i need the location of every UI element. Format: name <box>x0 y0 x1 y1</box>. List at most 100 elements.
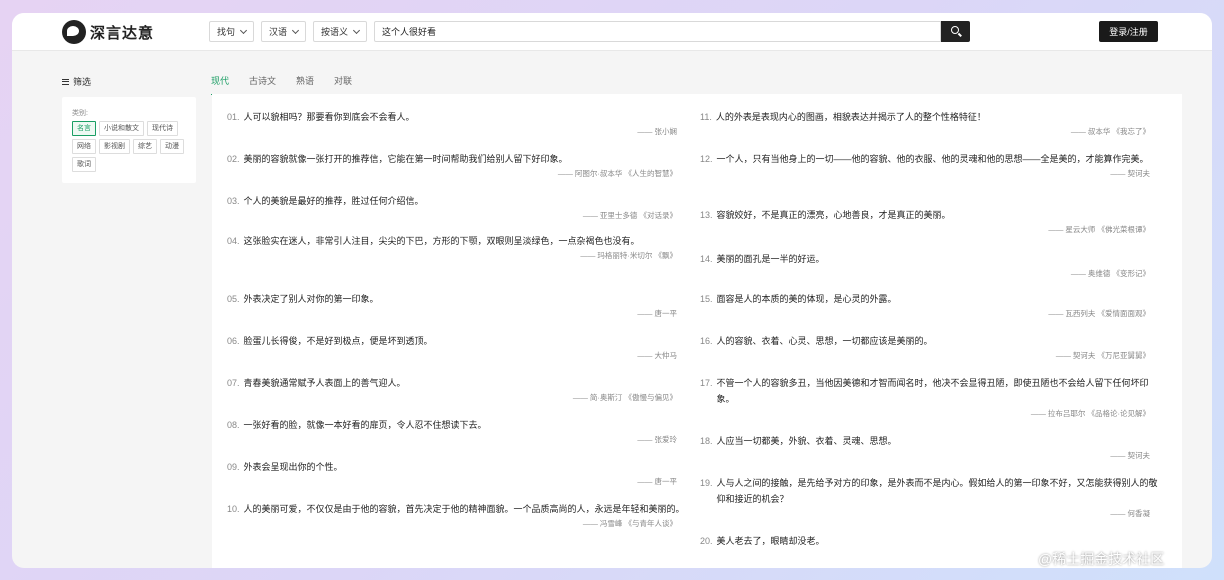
quote-item[interactable]: 12. 一个人，只有当他身上的一切——他的容貌、他的衣服、他的灵魂和他的思想——全… <box>700 151 1160 181</box>
filter-title: 筛选 <box>62 75 91 88</box>
quote-text: 一张好看的脸，就像一本好看的扉页，令人忍不住想读下去。 <box>243 420 487 430</box>
tag-lyrics[interactable]: 歌词 <box>72 157 96 172</box>
results-panel: 01. 人可以貌相吗？那要看你到底会不会看人。 —— 张小娴 02. 美丽的容貌就像一张… <box>212 94 1182 568</box>
quote-source[interactable]: —— 玛格丽特·米切尔 《飘》 <box>227 249 687 263</box>
logo[interactable]: 深言达意 <box>62 20 154 44</box>
quote-item[interactable]: 14. 美丽的面孔是一半的好运。 —— 奥维德 《变形记》 <box>700 251 1160 281</box>
quote-text: 容貌姣好，不是真正的漂亮，心地善良，才是真正的美丽。 <box>716 210 951 220</box>
quote-text: 外表会呈现出你的个性。 <box>243 462 343 472</box>
quote-source[interactable]: —— 唐一平 <box>227 475 687 489</box>
quote-source[interactable]: —— 叔本华 《我忘了》 <box>700 125 1160 139</box>
chevron-down-icon <box>239 26 248 34</box>
quote-text: 外表决定了别人对你的第一印象。 <box>243 294 379 304</box>
quote-source[interactable]: —— 亚里士多德 《对话录》 <box>227 209 687 223</box>
tab-modern[interactable]: 现代 <box>211 74 230 95</box>
quote-text-row: 16. 人的容貌、衣着、心灵、思想，一切都应该是美丽的。 <box>700 333 1160 349</box>
quote-text-row: 07. 青春美貌通常赋予人表面上的善气迎人。 <box>227 375 687 391</box>
tab-couplets[interactable]: 对联 <box>334 74 352 95</box>
quote-text-row: 05. 外表决定了别人对你的第一印象。 <box>227 291 687 307</box>
quote-text: 人的外表是表现内心的图画，相貌表达并揭示了人的整个性格特征！ <box>715 112 986 122</box>
quote-item[interactable]: 02. 美丽的容貌就像一张打开的推荐信，它能在第一时间帮助我们给别人留下好印象。 —… <box>227 151 687 181</box>
login-button[interactable]: 登录/注册 <box>1099 21 1158 42</box>
quote-item[interactable]: 16. 人的容貌、衣着、心灵、思想，一切都应该是美丽的。 —— 契诃夫 《万尼亚舅舅… <box>700 333 1160 363</box>
quote-text-row: 10. 人的美丽可爱，不仅仅是由于他的容貌，首先决定于他的精神面貌。一个品质高尚的… <box>227 501 687 517</box>
quote-text-row: 13. 容貌姣好，不是真正的漂亮，心地善良，才是真正的美丽。 <box>700 207 1160 223</box>
quote-source[interactable]: —— 大仲马 <box>227 349 687 363</box>
tab-bar: 现代 古诗文 熟语 对联 <box>211 74 372 95</box>
quote-source[interactable]: —— 瓦西列夫 《爱情面面观》 <box>700 307 1160 321</box>
tab-idioms[interactable]: 熟语 <box>296 74 314 95</box>
top-header: 深言达意 找句 汉语 按语义 登录/注册 <box>12 13 1212 51</box>
category-label: 类别: <box>72 110 88 117</box>
quote-item[interactable]: 08. 一张好看的脸，就像一本好看的扉页，令人忍不住想读下去。 —— 张爱玲 <box>227 417 687 447</box>
quote-item[interactable]: 17. 不管一个人的容貌多丑，当他因美德和才智而闻名时，他决不会显得丑陋，即使丑陋… <box>700 375 1160 421</box>
quote-source[interactable]: —— 拉布吕耶尔 《品格论·论见解》 <box>700 407 1160 421</box>
quote-number: 15. <box>700 294 713 304</box>
language-dropdown[interactable]: 汉语 <box>261 21 307 42</box>
tag-quotes[interactable]: 名言 <box>72 121 96 136</box>
quote-text-row: 11. 人的外表是表现内心的图画，相貌表达并揭示了人的整个性格特征！ <box>700 109 1160 125</box>
quote-number: 07. <box>227 378 240 388</box>
quote-number: 13. <box>700 210 713 220</box>
quote-number: 10. <box>227 504 240 514</box>
chevron-down-icon <box>352 26 361 34</box>
search-type-dropdown[interactable]: 按语义 <box>313 21 368 42</box>
quote-item[interactable]: 20. 美人老去了，眼睛却没老。 <box>700 533 1160 549</box>
tab-classical[interactable]: 古诗文 <box>249 74 276 95</box>
quote-source[interactable]: —— 契诃夫 <box>700 167 1160 181</box>
quote-item[interactable]: 10. 人的美丽可爱，不仅仅是由于他的容貌，首先决定于他的精神面貌。一个品质高尚的… <box>227 501 687 531</box>
quote-number: 18. <box>700 436 713 446</box>
quote-number: 19. <box>700 478 713 488</box>
quote-source[interactable]: —— 何香凝 <box>700 507 1160 521</box>
tag-variety[interactable]: 综艺 <box>133 139 157 154</box>
language-dropdown-label: 汉语 <box>269 27 288 37</box>
quote-item[interactable]: 13. 容貌姣好，不是真正的漂亮，心地善良，才是真正的美丽。 —— 星云大师 《佛光… <box>700 207 1160 237</box>
quote-text: 脸蛋儿长得俊，不是好到极点，便是坏到透顶。 <box>243 336 433 346</box>
filter-panel: 类别: 名言 小说和散文 现代诗 网络 影视剧 综艺 动漫 歌词 <box>62 97 196 183</box>
quote-item[interactable]: 03. 个人的美貌是最好的推荐，胜过任何介绍信。 —— 亚里士多德 《对话录》 <box>227 193 687 223</box>
search-input[interactable] <box>374 21 941 42</box>
tag-film-tv[interactable]: 影视剧 <box>99 139 130 154</box>
quote-item[interactable]: 11. 人的外表是表现内心的图画，相貌表达并揭示了人的整个性格特征！ —— 叔本华 … <box>700 109 1160 139</box>
search-button[interactable] <box>941 21 970 42</box>
quote-source[interactable]: —— 奥维德 《变形记》 <box>700 267 1160 281</box>
quote-text-row: 04. 这张脸实在迷人，非常引人注目，尖尖的下巴，方形的下颚，双眼则呈淡绿色，一点… <box>227 233 687 249</box>
tag-internet[interactable]: 网络 <box>72 139 96 154</box>
quote-source[interactable]: —— 星云大师 《佛光菜根谭》 <box>700 223 1160 237</box>
quote-source[interactable]: —— 张小娴 <box>227 125 687 139</box>
quote-number: 02. <box>227 154 240 164</box>
quote-source[interactable]: —— 契诃夫 <box>700 449 1160 463</box>
quote-source[interactable]: —— 阿图尔·叔本华 《人生的智慧》 <box>227 167 687 181</box>
quote-text: 青春美貌通常赋予人表面上的善气迎人。 <box>243 378 406 388</box>
quote-source[interactable]: —— 冯雪峰 《与青年人谈》 <box>227 517 687 531</box>
quote-number: 01. <box>227 112 240 122</box>
tag-modern-poetry[interactable]: 现代诗 <box>147 121 178 136</box>
quote-source[interactable]: —— 张爱玲 <box>227 433 687 447</box>
quote-item[interactable]: 15. 面容是人的本质的美的体现，是心灵的外露。 —— 瓦西列夫 《爱情面面观》 <box>700 291 1160 321</box>
tag-novel-prose[interactable]: 小说和散文 <box>99 121 144 136</box>
quote-number: 05. <box>227 294 240 304</box>
quote-item[interactable]: 01. 人可以貌相吗？那要看你到底会不会看人。 —— 张小娴 <box>227 109 687 139</box>
quote-item[interactable]: 19. 人与人之间的接触，是先给予对方的印象，是外表而不是内心。假如给人的第一印象… <box>700 475 1160 521</box>
quote-text-row: 18. 人应当一切都美，外貌、衣着、灵魂、思想。 <box>700 433 1160 449</box>
quote-text-row: 03. 个人的美貌是最好的推荐，胜过任何介绍信。 <box>227 193 687 209</box>
quote-item[interactable]: 06. 脸蛋儿长得俊，不是好到极点，便是坏到透顶。 —— 大仲马 <box>227 333 687 363</box>
quote-item[interactable]: 18. 人应当一切都美，外貌、衣着、灵魂、思想。 —— 契诃夫 <box>700 433 1160 463</box>
quote-text-row: 14. 美丽的面孔是一半的好运。 <box>700 251 1160 267</box>
quote-text: 人的美丽可爱，不仅仅是由于他的容貌，首先决定于他的精神面貌。一个品质高尚的人，永… <box>243 504 685 514</box>
mode-dropdown[interactable]: 找句 <box>209 21 255 42</box>
quote-item[interactable]: 09. 外表会呈现出你的个性。 —— 唐一平 <box>227 459 687 489</box>
category-tags: 名言 小说和散文 现代诗 网络 影视剧 综艺 动漫 歌词 <box>72 121 186 172</box>
quote-item[interactable]: 05. 外表决定了别人对你的第一印象。 —— 唐一平 <box>227 291 687 321</box>
tag-anime[interactable]: 动漫 <box>160 139 184 154</box>
quote-item[interactable]: 07. 青春美貌通常赋予人表面上的善气迎人。 —— 简·奥斯汀 《傲慢与偏见》 <box>227 375 687 405</box>
quote-text: 一个人，只有当他身上的一切——他的容貌、他的衣服、他的灵魂和他的思想——全是美的… <box>716 154 1149 164</box>
quote-item[interactable]: 04. 这张脸实在迷人，非常引人注目，尖尖的下巴，方形的下颚，双眼则呈淡绿色，一点… <box>227 233 687 263</box>
quote-text-row: 20. 美人老去了，眼睛却没老。 <box>700 533 1160 549</box>
quote-text: 个人的美貌是最好的推荐，胜过任何介绍信。 <box>243 196 424 206</box>
quote-source[interactable]: —— 简·奥斯汀 《傲慢与偏见》 <box>227 391 687 405</box>
quote-source[interactable]: —— 唐一平 <box>227 307 687 321</box>
mode-dropdown-label: 找句 <box>217 27 236 37</box>
quote-number: 12. <box>700 154 713 164</box>
quote-source[interactable]: —— 契诃夫 《万尼亚舅舅》 <box>700 349 1160 363</box>
